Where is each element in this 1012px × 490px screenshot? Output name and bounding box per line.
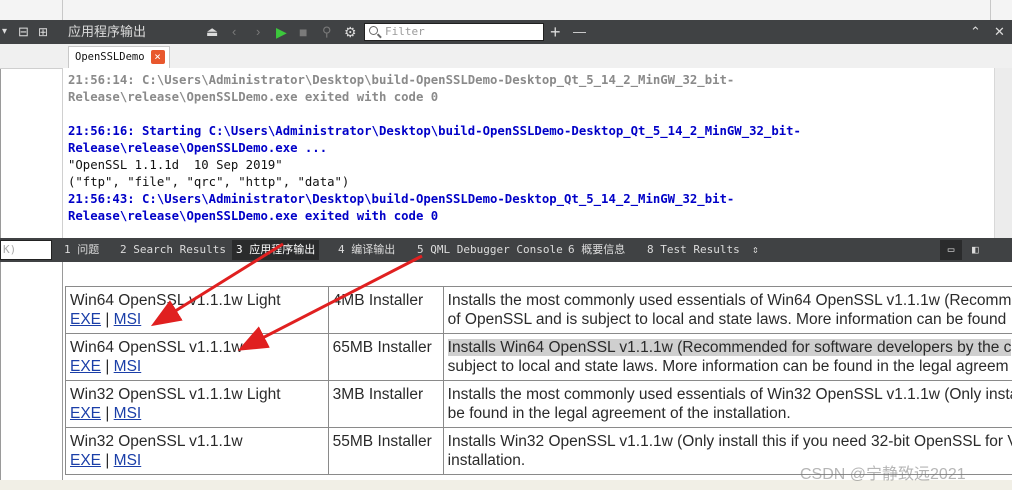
- plus-icon[interactable]: +: [550, 20, 561, 44]
- dropdown-arrow-icon[interactable]: ▾: [2, 20, 7, 44]
- package-description: of OpenSSL and is subject to local and s…: [447, 311, 1007, 328]
- close-icon[interactable]: ✕: [994, 20, 1005, 44]
- msi-link[interactable]: MSI: [114, 358, 142, 375]
- package-description: be found in the legal agreement of the i…: [447, 405, 791, 422]
- package-description: Installs Win32 OpenSSL v1.1.1w (Only ins…: [447, 433, 1012, 450]
- package-size: 4MB Installer: [332, 292, 424, 309]
- tab-qml-debugger-console[interactable]: 5 QML Debugger Console: [417, 240, 563, 260]
- table-row: Win64 OpenSSL v1.1.1w EXE | MSI 65MB Ins…: [65, 333, 1012, 381]
- exe-link[interactable]: EXE: [70, 358, 101, 375]
- msi-link[interactable]: MSI: [114, 452, 142, 469]
- search-icon: [369, 26, 378, 35]
- msi-link[interactable]: MSI: [114, 405, 142, 422]
- output-log: 21:56:14: C:\Users\Administrator\Desktop…: [62, 68, 995, 238]
- log-line: ("ftp", "file", "qrc", "http", "data"): [68, 175, 350, 189]
- link-separator: |: [105, 311, 110, 328]
- output-toggle-icon[interactable]: ▭: [940, 240, 962, 260]
- table-row: Win64 OpenSSL v1.1.1w Light EXE | MSI 4M…: [65, 286, 1012, 334]
- pane-title: 应用程序输出: [68, 24, 147, 39]
- log-line: Release\release\OpenSSLDemo.exe exited w…: [68, 90, 439, 104]
- output-pane-bar: K) 1 问题 2 Search Results 3 应用程序输出 4 编译输出…: [0, 238, 1012, 262]
- package-description: Installs Win64 OpenSSL v1.1.1w (Recommen…: [447, 339, 1012, 356]
- package-name: Win64 OpenSSL v1.1.1w Light: [70, 292, 281, 309]
- tab-general-messages[interactable]: 6 概要信息: [568, 240, 625, 260]
- package-size: 65MB Installer: [332, 339, 432, 356]
- run-icon[interactable]: ▶: [276, 20, 287, 44]
- output-tabs: OpenSSLDemo ×: [0, 44, 1012, 69]
- package-name: Win32 OpenSSL v1.1.1w: [70, 433, 243, 450]
- exe-link[interactable]: EXE: [70, 452, 101, 469]
- qt-output-pane: ▾ ⊟ ⊞ 应用程序输出 ⏏ ‹ › ▶ ■ ⚲ ⚙ Filter + — ⌃ …: [0, 20, 1012, 262]
- sidebar-toggle-icon[interactable]: ◧: [972, 240, 979, 260]
- tab-opensslDemo[interactable]: OpenSSLDemo ×: [68, 46, 170, 68]
- link-separator: |: [105, 452, 110, 469]
- log-line: "OpenSSL 1.1.1d 10 Sep 2019": [68, 158, 283, 172]
- tab-issues[interactable]: 1 问题: [64, 240, 99, 260]
- previous-icon[interactable]: ‹: [232, 20, 236, 44]
- output-toolbar: ▾ ⊟ ⊞ 应用程序输出 ⏏ ‹ › ▶ ■ ⚲ ⚙ Filter + — ⌃ …: [0, 20, 1012, 44]
- minus-icon[interactable]: —: [573, 20, 586, 44]
- clean-icon[interactable]: ⏏: [206, 20, 218, 44]
- link-separator: |: [105, 358, 110, 375]
- log-line: Release\release\OpenSSLDemo.exe exited w…: [68, 209, 439, 223]
- attach-icon[interactable]: ⚲: [322, 20, 332, 44]
- table-row: Win32 OpenSSL v1.1.1w Light EXE | MSI 3M…: [65, 380, 1012, 428]
- package-size: 3MB Installer: [332, 386, 424, 403]
- log-line: Release\release\OpenSSLDemo.exe ...: [68, 141, 328, 155]
- package-description: Installs the most commonly used essentia…: [447, 292, 1012, 309]
- page-top-strip: [0, 0, 1012, 21]
- stop-icon[interactable]: ■: [299, 20, 307, 44]
- package-description: installation.: [447, 452, 526, 469]
- filter-input[interactable]: Filter: [364, 23, 544, 41]
- tab-test-results[interactable]: 8 Test Results: [647, 240, 740, 260]
- exe-link[interactable]: EXE: [70, 405, 101, 422]
- split-icon[interactable]: ⊟: [18, 20, 29, 44]
- watermark: CSDN @宁静致远2021: [800, 466, 966, 483]
- package-name: Win64 OpenSSL v1.1.1w: [70, 339, 243, 356]
- page-left-margin: [0, 262, 63, 490]
- msi-link[interactable]: MSI: [114, 311, 142, 328]
- locator-input[interactable]: K): [0, 240, 52, 260]
- gear-icon[interactable]: ⚙: [344, 20, 357, 44]
- tab-label: OpenSSLDemo: [75, 51, 145, 63]
- add-split-icon[interactable]: ⊞: [38, 20, 48, 44]
- tab-compile-output[interactable]: 4 编译输出: [338, 240, 395, 260]
- exe-link[interactable]: EXE: [70, 311, 101, 328]
- more-tabs-icon[interactable]: ⇕: [752, 240, 759, 260]
- package-name: Win32 OpenSSL v1.1.1w Light: [70, 386, 281, 403]
- package-description: subject to local and state laws. More in…: [447, 358, 1009, 375]
- filter-placeholder: Filter: [385, 25, 425, 38]
- package-description: Installs the most commonly used essentia…: [447, 386, 1012, 403]
- next-icon[interactable]: ›: [256, 20, 260, 44]
- output-scrollbar[interactable]: [994, 68, 1012, 238]
- log-line: 21:56:43: C:\Users\Administrator\Desktop…: [68, 192, 735, 206]
- link-separator: |: [105, 405, 110, 422]
- log-line: 21:56:16: Starting C:\Users\Administrato…: [68, 124, 801, 138]
- maximize-icon[interactable]: ⌃: [970, 20, 981, 44]
- close-icon[interactable]: ×: [150, 50, 165, 64]
- log-line: 21:56:14: C:\Users\Administrator\Desktop…: [68, 73, 735, 87]
- tab-application-output[interactable]: 3 应用程序输出: [232, 240, 320, 260]
- tab-search-results[interactable]: 2 Search Results: [120, 240, 226, 260]
- editor-left-margin: [0, 44, 60, 238]
- package-size: 55MB Installer: [332, 433, 432, 450]
- download-table: Win64 OpenSSL v1.1.1w Light EXE | MSI 4M…: [65, 286, 1012, 475]
